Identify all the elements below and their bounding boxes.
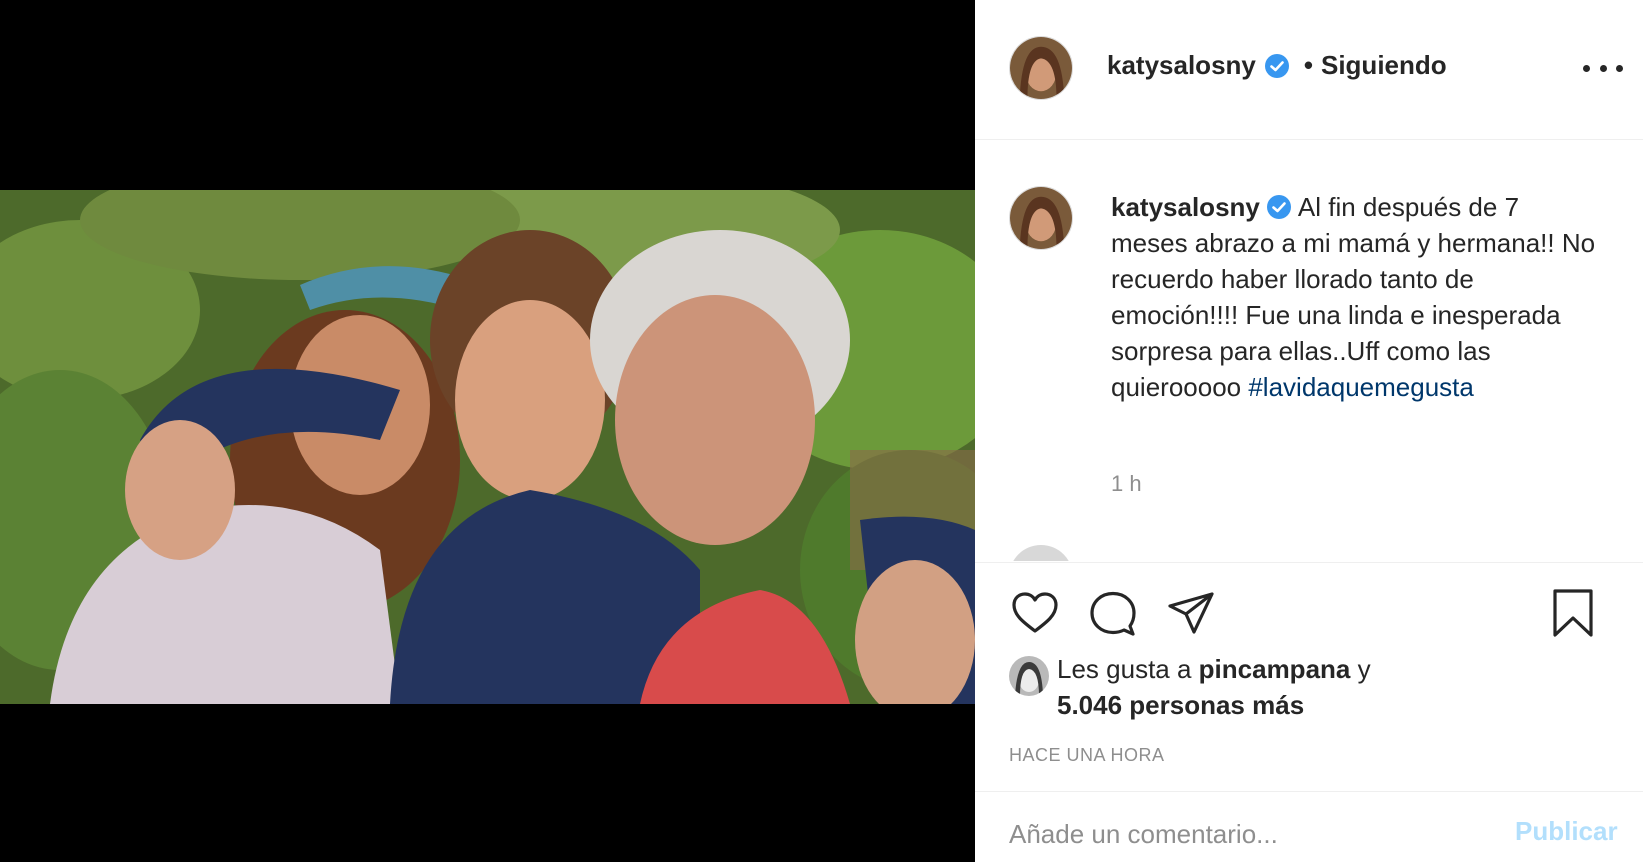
comment-input[interactable] bbox=[1009, 814, 1479, 854]
caption-verified-badge-icon bbox=[1266, 194, 1292, 220]
post-actions: Les gusta a pincampana y 5.046 personas … bbox=[975, 562, 1643, 862]
likes-prefix: Les gusta a bbox=[1057, 654, 1199, 684]
caption-text: katysalosny Al fin después de 7 meses abr… bbox=[1111, 189, 1601, 405]
next-comment-partial bbox=[1009, 545, 1609, 561]
liker-avatar[interactable] bbox=[1009, 656, 1049, 696]
liker-username[interactable]: pincampana bbox=[1199, 654, 1351, 684]
likes-line: Les gusta a pincampana y bbox=[1057, 654, 1371, 685]
likes-count[interactable]: 5.046 personas más bbox=[1057, 690, 1304, 721]
paper-plane-icon[interactable] bbox=[1165, 587, 1217, 639]
post-sidebar: katysalosny • Siguiendo katysalosny Al fi… bbox=[975, 0, 1643, 862]
caption-time[interactable]: 1 h bbox=[1111, 471, 1142, 497]
comments-section[interactable]: katysalosny Al fin después de 7 meses abr… bbox=[975, 141, 1643, 561]
author-username[interactable]: katysalosny bbox=[1107, 50, 1256, 81]
action-buttons bbox=[1009, 587, 1609, 639]
speech-bubble-icon[interactable] bbox=[1087, 587, 1139, 639]
caption-hashtag[interactable]: #lavidaquemegusta bbox=[1248, 372, 1474, 402]
add-comment-bar: Publicar bbox=[975, 791, 1643, 862]
publish-button[interactable]: Publicar bbox=[1515, 816, 1618, 847]
post-timestamp[interactable]: HACE UNA HORA bbox=[1009, 745, 1165, 766]
photo-illustration bbox=[0, 190, 975, 704]
author-block: katysalosny • Siguiendo bbox=[1107, 50, 1447, 81]
following-button[interactable]: Siguiendo bbox=[1321, 50, 1447, 81]
post-photo[interactable] bbox=[0, 190, 975, 704]
media-pane bbox=[0, 0, 975, 862]
heart-icon[interactable] bbox=[1009, 587, 1061, 639]
verified-badge-icon bbox=[1264, 53, 1290, 79]
commenter-avatar[interactable] bbox=[1009, 545, 1073, 561]
post-header: katysalosny • Siguiendo bbox=[975, 0, 1643, 140]
caption-author-avatar[interactable] bbox=[1009, 186, 1073, 250]
more-options-icon[interactable] bbox=[1583, 56, 1623, 80]
bookmark-icon[interactable] bbox=[1547, 587, 1599, 639]
separator-dot: • bbox=[1303, 50, 1313, 80]
author-avatar[interactable] bbox=[1009, 36, 1073, 100]
caption-username[interactable]: katysalosny bbox=[1111, 192, 1260, 222]
likes-connector: y bbox=[1350, 654, 1371, 684]
